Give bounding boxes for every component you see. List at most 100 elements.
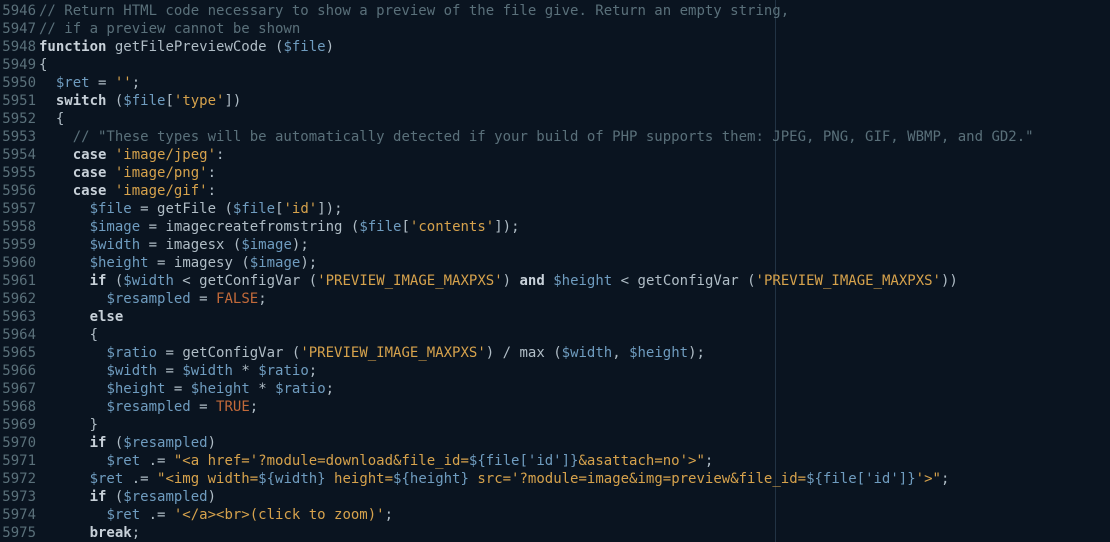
code-line[interactable]: $ratio = getConfigVar ('PREVIEW_IMAGE_MA… bbox=[39, 344, 1110, 362]
line-number: 5960 bbox=[0, 254, 39, 272]
token-punc: ( bbox=[106, 489, 123, 505]
token-str: 'PREVIEW_IMAGE_MAXPXS' bbox=[300, 345, 485, 361]
token-var: $width bbox=[106, 363, 157, 379]
token-and: and bbox=[519, 273, 544, 289]
token-punc: { bbox=[39, 111, 64, 127]
line-number: 5970 bbox=[0, 434, 39, 452]
code-line[interactable]: case 'image/png': bbox=[39, 164, 1110, 182]
code-line[interactable]: { bbox=[39, 56, 1110, 74]
code-line[interactable]: { bbox=[39, 110, 1110, 128]
code-line[interactable]: case 'image/gif': bbox=[39, 182, 1110, 200]
token-str: src='?module=image&img=preview&file_id= bbox=[469, 471, 806, 487]
code-line[interactable]: if ($width < getConfigVar ('PREVIEW_IMAG… bbox=[39, 272, 1110, 290]
code-line[interactable]: break; bbox=[39, 524, 1110, 542]
token-str: 'type' bbox=[174, 93, 225, 109]
token-punc bbox=[39, 345, 106, 361]
code-line[interactable]: $image = imagecreatefromstring ($file['c… bbox=[39, 218, 1110, 236]
token-str: 'image/gif' bbox=[115, 183, 208, 199]
token-punc: ) bbox=[208, 489, 216, 505]
code-line[interactable]: $width = imagesx ($image); bbox=[39, 236, 1110, 254]
code-line[interactable]: case 'image/jpeg': bbox=[39, 146, 1110, 164]
token-var: $height bbox=[191, 381, 250, 397]
code-line[interactable]: $resampled = TRUE; bbox=[39, 398, 1110, 416]
token-punc: < bbox=[612, 273, 637, 289]
line-number: 5949 bbox=[0, 56, 39, 74]
token-punc bbox=[39, 525, 90, 541]
token-punc bbox=[39, 453, 106, 469]
code-line[interactable]: $file = getFile ($file['id']); bbox=[39, 200, 1110, 218]
token-kw: case bbox=[73, 183, 107, 199]
token-punc: : bbox=[208, 183, 216, 199]
token-var: $height bbox=[553, 273, 612, 289]
token-comment: // "These types will be automatically de… bbox=[73, 129, 1034, 145]
token-str: '>" bbox=[916, 471, 941, 487]
token-punc: [ bbox=[275, 201, 283, 217]
token-punc: ( bbox=[224, 237, 241, 253]
token-fn: max bbox=[519, 345, 544, 361]
code-line[interactable]: // Return HTML code necessary to show a … bbox=[39, 2, 1110, 20]
token-punc: .= bbox=[123, 471, 157, 487]
code-line[interactable]: // if a preview cannot be shown bbox=[39, 20, 1110, 38]
token-str: '' bbox=[115, 75, 132, 91]
token-punc bbox=[39, 75, 56, 91]
token-punc bbox=[39, 399, 106, 415]
code-line[interactable]: $ret .= "<img width=${width} height=${he… bbox=[39, 470, 1110, 488]
code-line[interactable]: if ($resampled) bbox=[39, 434, 1110, 452]
token-punc bbox=[106, 165, 114, 181]
token-punc: ( bbox=[300, 273, 317, 289]
token-punc: ( bbox=[283, 345, 300, 361]
line-number: 5954 bbox=[0, 146, 39, 164]
line-number: 5948 bbox=[0, 38, 39, 56]
token-kw: if bbox=[90, 435, 107, 451]
code-line[interactable]: function getFilePreviewCode ($file) bbox=[39, 38, 1110, 56]
token-interp: ${file['id']} bbox=[469, 453, 579, 469]
token-interp: ${width} bbox=[258, 471, 325, 487]
token-str: 'PREVIEW_IMAGE_MAXPXS' bbox=[317, 273, 502, 289]
token-var: $file bbox=[90, 201, 132, 217]
token-punc bbox=[39, 183, 73, 199]
code-line[interactable]: $height = $height * $ratio; bbox=[39, 380, 1110, 398]
code-line[interactable]: if ($resampled) bbox=[39, 488, 1110, 506]
token-punc bbox=[39, 165, 73, 181]
code-editor[interactable]: 5946594759485949595059515952595359545955… bbox=[0, 0, 1110, 542]
code-line[interactable]: // "These types will be automatically de… bbox=[39, 128, 1110, 146]
line-number-gutter: 5946594759485949595059515952595359545955… bbox=[0, 0, 39, 542]
token-punc: ; bbox=[385, 507, 393, 523]
code-line[interactable]: $ret .= "<a href='?module=download&file_… bbox=[39, 452, 1110, 470]
token-punc: = bbox=[191, 291, 216, 307]
code-line[interactable]: $ret .= '</a><br>(click to zoom)'; bbox=[39, 506, 1110, 524]
token-punc bbox=[39, 255, 90, 271]
token-fn: getConfigVar bbox=[199, 273, 300, 289]
code-line[interactable]: $resampled = FALSE; bbox=[39, 290, 1110, 308]
token-var: $ret bbox=[90, 471, 124, 487]
token-punc: = bbox=[157, 345, 182, 361]
token-punc bbox=[545, 273, 553, 289]
code-line[interactable]: $height = imagesy ($image); bbox=[39, 254, 1110, 272]
code-line[interactable]: else bbox=[39, 308, 1110, 326]
token-punc: ); bbox=[688, 345, 705, 361]
code-line[interactable]: switch ($file['type']) bbox=[39, 92, 1110, 110]
code-line[interactable]: $ret = ''; bbox=[39, 74, 1110, 92]
line-number: 5956 bbox=[0, 182, 39, 200]
token-punc: ; bbox=[309, 363, 317, 379]
token-punc bbox=[39, 489, 90, 505]
token-punc: = bbox=[90, 75, 115, 91]
token-const: TRUE bbox=[216, 399, 250, 415]
code-line[interactable]: } bbox=[39, 416, 1110, 434]
code-line[interactable]: { bbox=[39, 326, 1110, 344]
token-kw: if bbox=[90, 489, 107, 505]
token-str: "<a href='?module=download&file_id= bbox=[174, 453, 469, 469]
token-punc: ( bbox=[739, 273, 756, 289]
token-punc: { bbox=[39, 57, 47, 73]
token-punc bbox=[39, 129, 73, 145]
token-punc: )) bbox=[941, 273, 958, 289]
code-line[interactable]: $width = $width * $ratio; bbox=[39, 362, 1110, 380]
line-number: 5947 bbox=[0, 20, 39, 38]
token-punc: ); bbox=[292, 237, 309, 253]
token-var: $height bbox=[106, 381, 165, 397]
code-area[interactable]: // Return HTML code necessary to show a … bbox=[39, 0, 1110, 542]
token-punc: = bbox=[149, 255, 174, 271]
token-str: '</a><br>(click to zoom)' bbox=[174, 507, 385, 523]
line-number: 5968 bbox=[0, 398, 39, 416]
token-var: $ret bbox=[56, 75, 90, 91]
